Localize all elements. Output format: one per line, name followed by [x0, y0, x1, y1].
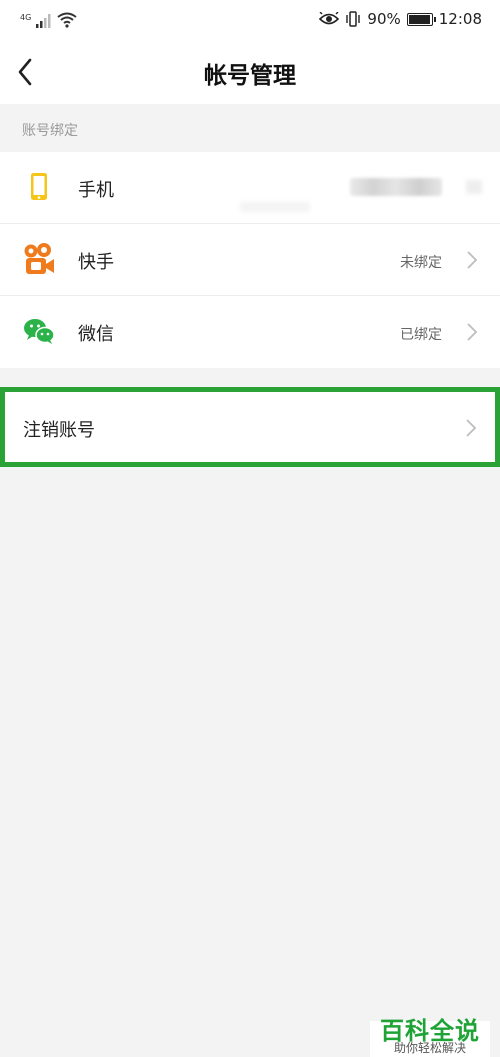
wifi-icon — [57, 12, 77, 28]
chevron-right-icon — [467, 323, 478, 341]
binding-status: 未绑定 — [400, 255, 442, 271]
status-left: 4G — [20, 12, 77, 28]
battery-fill — [408, 14, 431, 24]
title-bar: 帐号管理 — [0, 40, 500, 104]
binding-row-kuaishou[interactable]: 快手 未绑定 — [0, 224, 500, 296]
binding-label: 快手 — [78, 252, 114, 273]
redacted-mark — [466, 180, 482, 194]
cancel-account-button[interactable]: 注销账号 — [0, 387, 500, 467]
binding-label: 微信 — [78, 324, 114, 345]
clock: 12:08 — [438, 10, 482, 28]
network-type: 4G — [20, 13, 32, 22]
wechat-icon — [24, 319, 55, 344]
kuaishou-icon — [24, 243, 54, 274]
battery-icon — [406, 12, 436, 26]
status-bar: 4G 90% 12:08 — [0, 0, 500, 40]
chevron-right-icon — [466, 419, 477, 437]
status-right: 90% 12:08 — [319, 10, 482, 28]
binding-row-phone[interactable]: 手机 — [0, 152, 500, 224]
binding-label: 手机 — [78, 180, 114, 201]
chevron-right-icon — [467, 251, 478, 269]
battery-percent: 90% — [367, 10, 401, 28]
phone-number-redacted — [350, 178, 442, 196]
watermark-logo: 百科全说 助你轻松解决 — [370, 1017, 490, 1057]
watermark-subtitle: 助你轻松解决 — [393, 1041, 466, 1055]
phone-icon — [31, 173, 47, 200]
binding-row-wechat[interactable]: 微信 已绑定 — [0, 296, 500, 368]
eye-icon — [319, 12, 340, 25]
binding-status: 已绑定 — [400, 327, 442, 343]
redacted-mark — [240, 202, 310, 212]
page-title: 帐号管理 — [204, 63, 296, 89]
cancel-account-label: 注销账号 — [23, 420, 95, 441]
vibrate-icon — [346, 11, 361, 27]
signal-icon — [36, 14, 51, 28]
section-header: 账号绑定 — [22, 123, 78, 139]
binding-list: 手机 快手 未绑定 微信 已绑定 — [0, 152, 500, 368]
